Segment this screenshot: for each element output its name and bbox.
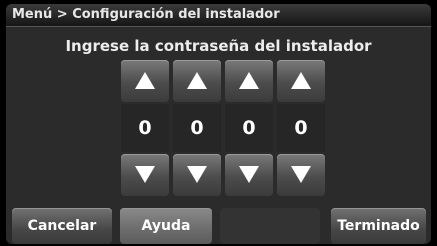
cancel-button[interactable]: Cancelar — [12, 208, 112, 244]
digit-3-decrease-button[interactable] — [225, 154, 273, 196]
digit-1-increase-button[interactable] — [121, 60, 169, 102]
digit-4-decrease-button[interactable] — [277, 154, 325, 196]
page-title: Ingrese la contraseña del instalador — [65, 37, 372, 55]
digit-3-value: 0 — [225, 104, 273, 152]
digit-3-increase-button[interactable] — [225, 60, 273, 102]
digit-2-decrease-button[interactable] — [173, 154, 221, 196]
title-bar: Menú > Configuración del instalador — [6, 4, 431, 27]
digit-2-increase-button[interactable] — [173, 60, 221, 102]
digit-2-value: 0 — [173, 104, 221, 152]
breadcrumb: Menú > Configuración del instalador — [12, 7, 280, 22]
digit-4-value: 0 — [277, 104, 325, 152]
digit-column-2: 0 — [173, 60, 221, 196]
digit-1-decrease-button[interactable] — [121, 154, 169, 196]
digit-4-increase-button[interactable] — [277, 60, 325, 102]
digit-1-value: 0 — [121, 104, 169, 152]
up-arrow-icon — [291, 72, 311, 89]
thermostat-screen: Menú > Configuración del instalador Ingr… — [6, 4, 431, 244]
down-arrow-icon — [239, 166, 259, 183]
help-button[interactable]: Ayuda — [120, 208, 212, 244]
down-arrow-icon — [291, 166, 311, 183]
done-button[interactable]: Terminado — [331, 208, 426, 244]
up-arrow-icon — [135, 72, 155, 89]
digit-column-1: 0 — [121, 60, 169, 196]
empty-button-slot — [220, 208, 320, 244]
digit-column-4: 0 — [277, 60, 325, 196]
down-arrow-icon — [187, 166, 207, 183]
digit-column-3: 0 — [225, 60, 273, 196]
up-arrow-icon — [187, 72, 207, 89]
down-arrow-icon — [135, 166, 155, 183]
up-arrow-icon — [239, 72, 259, 89]
